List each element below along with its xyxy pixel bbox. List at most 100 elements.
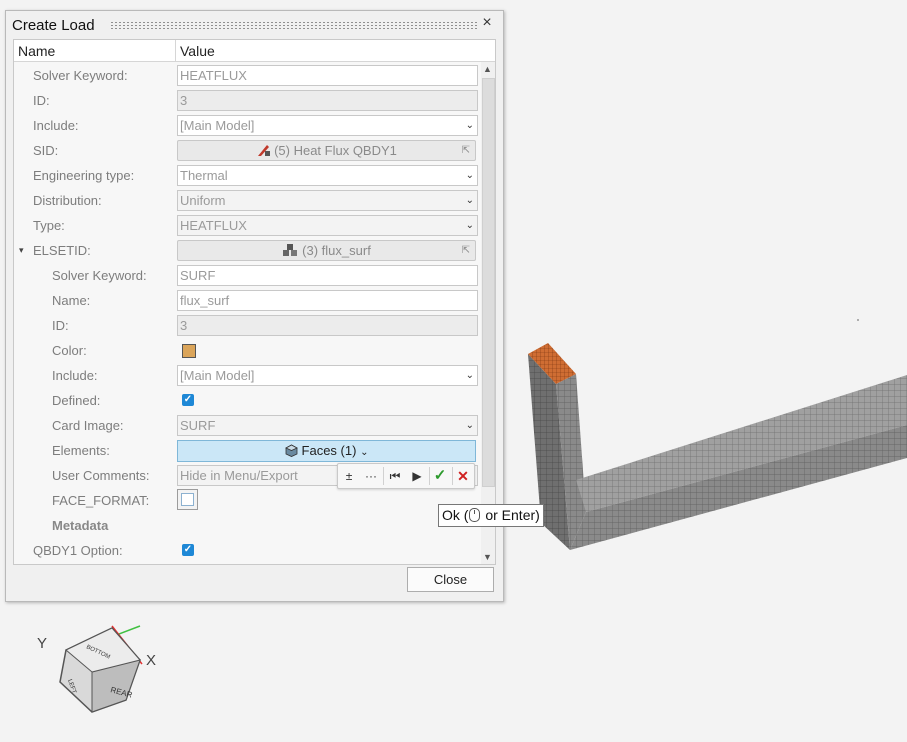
row-label: Include: [33,118,79,133]
row-qbdy1-option: QBDY1 Option: ✓ [14,538,481,563]
elsetid-entity-selector[interactable]: (3) flux_surf ⇱ [177,240,476,261]
distribution-value: Uniform [180,193,226,208]
collapse-arrow-icon[interactable]: ▾ [19,245,24,256]
row-sid: SID: (5) Heat Flux QBDY1 ⇱ [14,138,481,163]
include-dropdown[interactable]: [Main Model] ⌄ [177,115,478,136]
row-include: Include: [Main Model] ⌄ [14,113,481,138]
scroll-up-icon[interactable]: ▲ [483,64,492,74]
ok-icon[interactable]: ✓ [430,467,450,485]
dialog-drag-handle[interactable] [110,21,478,30]
row-label: ELSETID: [33,243,91,258]
next-icon[interactable]: ▶ [407,467,427,485]
row-label: QBDY1 Option: [33,543,123,558]
elements-selector[interactable]: Faces (1) ⌄ [177,440,476,462]
solver-keyword-field[interactable]: HEATFLUX [177,65,478,86]
row-label: Card Image: [52,418,124,433]
row-label: ID: [52,318,69,333]
row-label: Type: [33,218,65,233]
tooltip-prefix: Ok ( [442,507,469,523]
axis-x-label: X [146,652,157,669]
color-swatch[interactable] [182,344,196,358]
sub-solver-keyword-field[interactable]: SURF [177,265,478,286]
row-label: Include: [52,368,98,383]
row-sub-id: ID: 3 [14,313,481,338]
row-label: Solver Keyword: [33,68,128,83]
row-engineering-type: Engineering type: Thermal ⌄ [14,163,481,188]
row-label: Name: [52,293,91,308]
row-elsetid: ▾ ELSETID: (3) flux_surf ⇱ [14,238,481,263]
sub-include-dropdown[interactable]: [Main Model] ⌄ [177,365,478,386]
tooltip-suffix: or Enter) [481,507,540,523]
grid-header: Name Value [14,40,495,62]
cube-icon [284,443,298,463]
row-label: Solver Keyword: [52,268,147,283]
defined-checkbox[interactable]: ✓ [182,394,194,406]
view-cube[interactable]: REAR BOTTOM LEFT [30,620,170,730]
metadata-heading: Metadata [52,518,109,533]
cancel-icon[interactable]: ✕ [453,467,473,485]
sub-id-field[interactable]: 3 [177,315,478,336]
row-sub-color: Color: [14,338,481,363]
row-label: ID: [33,93,50,108]
row-sub-name: Name: flux_surf [14,288,481,313]
more-icon[interactable]: ··· [361,467,381,485]
pointer-icon[interactable]: ⇱ [462,241,470,260]
row-sub-include: Include: [Main Model] ⌄ [14,363,481,388]
scroll-down-icon[interactable]: ▼ [483,552,492,562]
vertical-scrollbar[interactable]: ▲ ▼ [481,62,495,564]
card-image-value: SURF [180,418,216,433]
row-sub-card-image: Card Image: SURF ⌄ [14,413,481,438]
chevron-down-icon: ⌄ [465,420,474,431]
type-dropdown[interactable]: HEATFLUX ⌄ [177,215,478,236]
ok-tooltip: Ok ( or Enter) [438,504,544,527]
close-button[interactable]: Close [407,567,494,592]
row-label: Elements: [52,443,110,458]
row-label: Defined: [52,393,101,408]
sid-value: (5) Heat Flux QBDY1 [274,143,397,158]
elsetid-value: (3) flux_surf [302,243,371,258]
name-field[interactable]: flux_surf [177,290,478,311]
column-divider[interactable] [175,40,176,61]
type-value: HEATFLUX [180,218,247,233]
column-header-name[interactable]: Name [18,43,55,59]
id-field[interactable]: 3 [177,90,478,111]
row-label: Color: [52,343,87,358]
row-sub-face-format: FACE_FORMAT: [14,488,481,513]
close-icon[interactable]: × [480,15,494,31]
qbdy1-option-checkbox[interactable]: ✓ [182,544,194,556]
chevron-down-icon: ⌄ [465,370,474,381]
elements-value: Faces (1) [301,443,357,458]
card-image-dropdown[interactable]: SURF ⌄ [177,415,478,436]
dialog-title: Create Load [12,17,95,34]
chevron-down-icon: ⌄ [465,170,474,181]
row-id: ID: 3 [14,88,481,113]
row-sub-solver-keyword: Solver Keyword: SURF [14,263,481,288]
column-header-value[interactable]: Value [180,43,215,59]
row-sub-elements: Elements: Faces (1) ⌄ [14,438,481,463]
row-label: FACE_FORMAT: [52,493,150,508]
add-remove-icon[interactable]: ± [339,467,359,485]
sid-entity-selector[interactable]: (5) Heat Flux QBDY1 ⇱ [177,140,476,161]
pointer-icon[interactable]: ⇱ [462,141,470,160]
scroll-thumb[interactable] [482,78,495,487]
row-label: Engineering type: [33,168,135,183]
reset-icon[interactable]: ⏮ [385,467,405,485]
divider [383,467,384,485]
row-sub-defined: Defined: ✓ [14,388,481,413]
create-load-dialog: Create Load × Name Value Solver Keyword:… [5,10,504,602]
row-distribution: Distribution: Uniform ⌄ [14,188,481,213]
checkbox-box [181,493,194,506]
set-icon [282,243,298,262]
row-label: Distribution: [33,193,102,208]
row-metadata: Metadata [14,513,481,538]
row-label: User Comments: [52,468,150,483]
chevron-down-icon[interactable]: ⌄ [360,447,368,458]
include-value: [Main Model] [180,118,255,133]
chevron-down-icon: ⌄ [465,195,474,206]
face-format-checkbox[interactable] [177,489,198,510]
chevron-down-icon: ⌄ [465,120,474,131]
engineering-type-dropdown[interactable]: Thermal ⌄ [177,165,478,186]
selection-toolbar: ± ··· ⏮ ▶ ✓ ✕ [337,463,475,489]
row-type: Type: HEATFLUX ⌄ [14,213,481,238]
distribution-dropdown[interactable]: Uniform ⌄ [177,190,478,211]
